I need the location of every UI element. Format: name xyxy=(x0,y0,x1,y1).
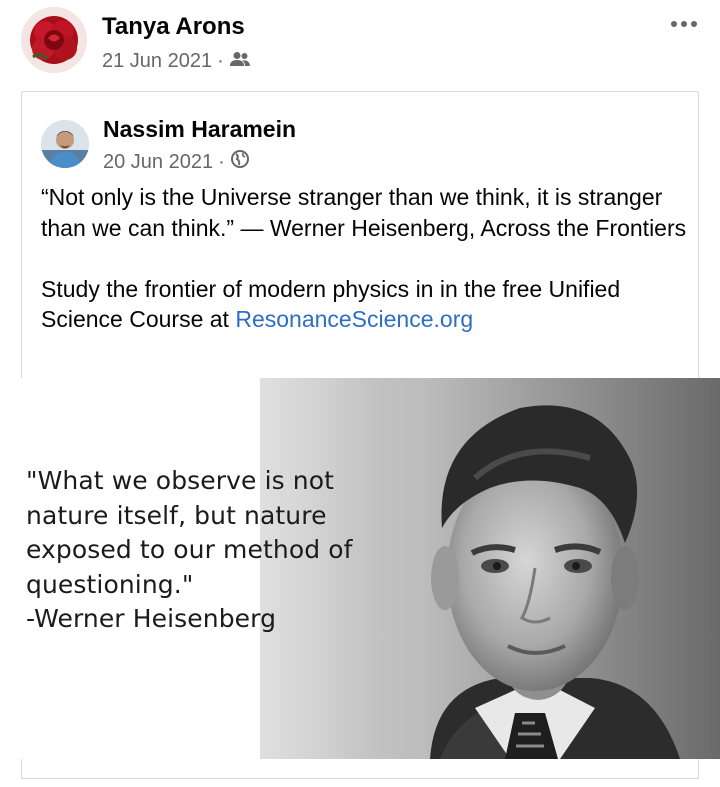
quote-line: exposed to our method of xyxy=(26,535,353,564)
meta-separator: · xyxy=(218,150,225,173)
shared-post-date[interactable]: 20 Jun 2021 xyxy=(103,151,213,174)
shared-author-name[interactable]: Nassim Haramein xyxy=(103,116,296,143)
shared-quote-image[interactable]: "What we observe is not nature itself, b… xyxy=(0,378,720,759)
post-meta: 21 Jun 2021 · xyxy=(102,50,250,73)
post-paragraph: “Not only is the Universe stranger than … xyxy=(41,184,687,241)
quote-line: questioning." xyxy=(26,569,194,599)
shared-author-avatar[interactable] xyxy=(41,120,89,168)
quote-line: nature itself, but nature xyxy=(26,500,327,530)
author-name[interactable]: Tanya Arons xyxy=(102,13,245,41)
resonance-science-link[interactable]: ResonanceScience.org xyxy=(235,306,473,332)
shared-post-meta: 20 Jun 2021 · xyxy=(103,150,249,174)
avatar[interactable] xyxy=(21,7,87,73)
quote-line: "What we observe is not xyxy=(26,466,335,495)
person-avatar-image xyxy=(41,120,89,168)
meta-separator: · xyxy=(217,50,224,72)
post-paragraph: Study the frontier of modern physics in … xyxy=(41,274,691,335)
more-options-icon[interactable] xyxy=(666,12,702,36)
image-quote-text: "What we observe is not nature itself, b… xyxy=(26,464,426,637)
post-date[interactable]: 21 Jun 2021 xyxy=(102,50,212,73)
globe-icon[interactable] xyxy=(230,150,249,174)
facebook-post: Tanya Arons 21 Jun 2021 · Nassim Haramei… xyxy=(0,0,720,787)
friends-icon[interactable] xyxy=(229,50,250,73)
rose-avatar-image xyxy=(21,7,87,73)
quote-attribution: -Werner Heisenberg xyxy=(26,604,277,633)
post-header: Tanya Arons 21 Jun 2021 · xyxy=(0,0,720,88)
shared-post-text: “Not only is the Universe stranger than … xyxy=(41,182,691,335)
